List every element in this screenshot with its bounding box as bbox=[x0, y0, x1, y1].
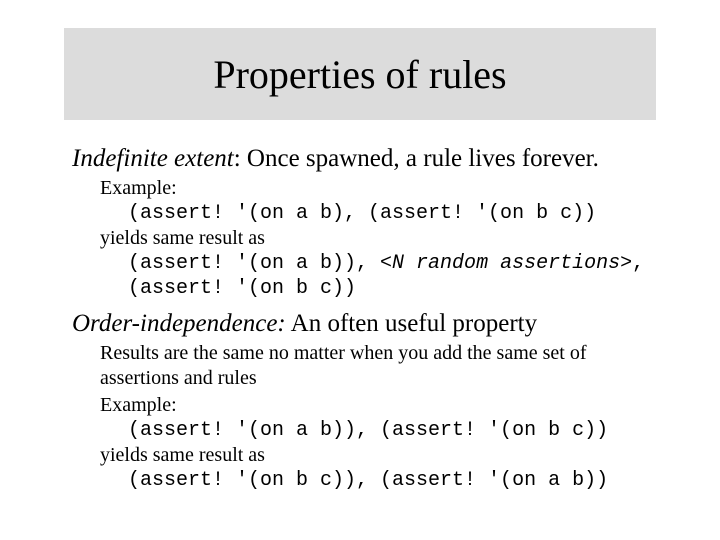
slide: Properties of rules Indefinite extent: O… bbox=[0, 0, 720, 540]
section2-lead: Order-independence: An often useful prop… bbox=[72, 309, 652, 339]
slide-title: Properties of rules bbox=[213, 51, 506, 98]
section1-lead-rest: : Once spawned, a rule lives forever. bbox=[234, 145, 599, 172]
section2-example-label: Example: bbox=[100, 393, 652, 418]
section1-lead: Indefinite extent: Once spawned, a rule … bbox=[72, 144, 652, 174]
section2-body: Results are the same no matter when you … bbox=[100, 341, 652, 493]
section1-example-label: Example: bbox=[100, 176, 652, 201]
section2-desc: Results are the same no matter when you … bbox=[100, 341, 652, 391]
section2-yields: yields same result as bbox=[100, 443, 652, 468]
section1-code2: (assert! '(on a b)), <N random assertion… bbox=[128, 251, 652, 301]
section1-code2a: (assert! '(on a b)), bbox=[128, 252, 380, 275]
section1-code2b: <N random assertions> bbox=[380, 252, 632, 275]
section2-lead-rest: An often useful property bbox=[286, 310, 537, 337]
section2-code1: (assert! '(on a b)), (assert! '(on b c)) bbox=[128, 418, 652, 443]
section1-yields: yields same result as bbox=[100, 226, 652, 251]
section1-code1: (assert! '(on a b), (assert! '(on b c)) bbox=[128, 201, 652, 226]
section2-lead-term: Order-independence: bbox=[72, 310, 286, 337]
section1-lead-term: Indefinite extent bbox=[72, 145, 234, 172]
section1-example: Example: (assert! '(on a b), (assert! '(… bbox=[100, 176, 652, 301]
section2-code2: (assert! '(on b c)), (assert! '(on a b)) bbox=[128, 468, 652, 493]
slide-body: Indefinite extent: Once spawned, a rule … bbox=[72, 140, 652, 493]
title-band: Properties of rules bbox=[64, 28, 656, 120]
